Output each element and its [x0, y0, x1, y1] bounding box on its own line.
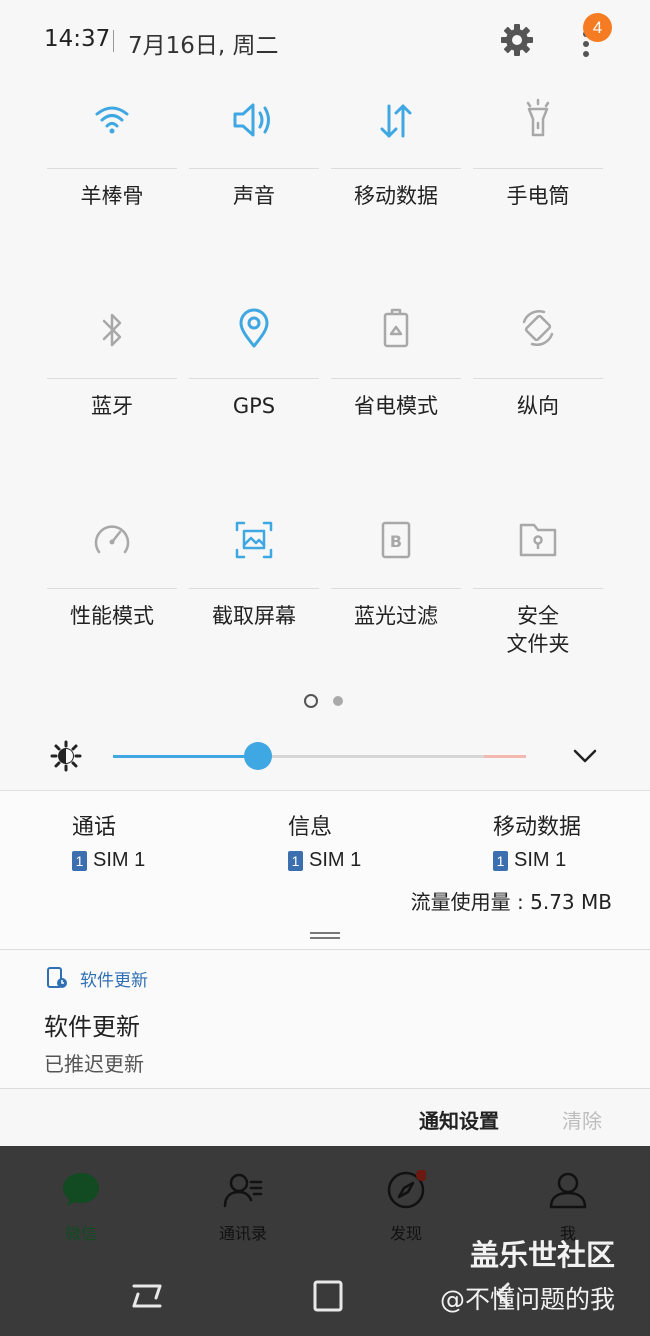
- contacts-icon: [223, 1173, 263, 1208]
- tile-divider: [189, 168, 319, 169]
- sim-call-title: 通话: [72, 815, 117, 840]
- notification-title: 软件更新: [44, 1013, 140, 1041]
- tab-label: 发现: [389, 1224, 422, 1243]
- date: 7月16日, 周二: [128, 33, 279, 59]
- drag-handle[interactable]: [310, 932, 340, 939]
- notification-settings-button[interactable]: 通知设置: [419, 1105, 499, 1134]
- wifi-icon: [95, 106, 129, 134]
- recents-nav-icon[interactable]: [130, 1280, 164, 1312]
- brightness-warning-zone: [484, 755, 526, 758]
- brightness-slider[interactable]: [113, 755, 526, 758]
- home-nav-icon[interactable]: [311, 1280, 345, 1312]
- sim-number-icon: 1: [493, 850, 508, 871]
- clock: 14:37: [44, 26, 111, 52]
- brightness-slider-thumb[interactable]: [243, 742, 272, 770]
- tile-label: 移动数据: [354, 184, 438, 208]
- notification-app-name: 软件更新: [80, 971, 148, 991]
- tile-label: 安全 文件夹: [506, 604, 570, 656]
- chevron-down-icon[interactable]: [572, 746, 598, 766]
- watermark-title: 盖乐世社区: [470, 1238, 616, 1272]
- tile-divider: [47, 168, 177, 169]
- tile-divider: [47, 378, 177, 379]
- performance-icon: [94, 525, 130, 554]
- status-bar: 14:37 7月16日, 周二 4: [0, 0, 650, 82]
- tab-label: 微信: [64, 1224, 97, 1243]
- watermark-user: @不懂问题的我: [440, 1285, 616, 1314]
- svg-text:B: B: [390, 532, 402, 551]
- sim-mobile-data-title: 移动数据: [493, 815, 582, 840]
- tile-label: 纵向: [517, 394, 559, 418]
- tile-divider: [473, 588, 603, 589]
- data-usage: 流量使用量 : 5.73 MB: [410, 890, 612, 914]
- sim-number-icon: 1: [288, 850, 303, 871]
- tile-label: 蓝光过滤: [354, 604, 438, 628]
- brightness-icon: [50, 740, 82, 772]
- tile-label: 声音: [233, 184, 275, 208]
- tile-label: 截取屏幕: [212, 604, 296, 628]
- sim-call-value: SIM 1: [93, 849, 146, 871]
- tile-label: 省电模式: [354, 394, 438, 418]
- tile-divider: [331, 378, 461, 379]
- page-indicator-current[interactable]: [304, 694, 318, 708]
- tile-divider: [189, 588, 319, 589]
- tile-label: 蓝牙: [91, 394, 133, 418]
- sound-icon: [233, 103, 270, 137]
- blue-light-filter-icon: B: [381, 521, 411, 559]
- battery-saver-icon: [383, 308, 409, 348]
- tab-wechat[interactable]: 微信: [31, 1166, 131, 1244]
- tab-label: 通讯录: [218, 1224, 267, 1243]
- tile-divider: [331, 168, 461, 169]
- tile-divider: [189, 378, 319, 379]
- software-update-icon: [47, 967, 67, 988]
- notification-actions: 通知设置 清除: [0, 1090, 650, 1146]
- divider: [113, 30, 114, 52]
- sim-message-value: SIM 1: [309, 849, 362, 871]
- notification-card[interactable]: 软件更新 软件更新 已推迟更新: [0, 951, 650, 1089]
- tab-contacts[interactable]: 通讯录: [193, 1166, 293, 1244]
- gear-icon[interactable]: [499, 22, 535, 58]
- chat-icon: [63, 1173, 99, 1206]
- tile-divider: [473, 168, 603, 169]
- tile-label: 手电筒: [506, 184, 570, 208]
- secure-folder-icon: [519, 523, 557, 557]
- location-icon: [239, 308, 269, 348]
- tile-label: 性能模式: [70, 604, 154, 628]
- tab-discover[interactable]: 发现: [356, 1166, 456, 1244]
- screenshot-icon: [235, 521, 273, 559]
- sim-message-title: 信息: [288, 815, 333, 840]
- notification-badge: 4: [583, 13, 612, 42]
- compass-icon: [387, 1169, 428, 1209]
- tile-label: 羊棒骨: [80, 184, 144, 208]
- tile-divider: [47, 588, 177, 589]
- tile-divider: [473, 378, 603, 379]
- profile-icon: [549, 1172, 587, 1209]
- tile-label: GPS: [232, 394, 276, 418]
- mobile-data-icon: [380, 104, 412, 138]
- sim-mobile-data-value: SIM 1: [514, 849, 567, 871]
- sim-message[interactable]: 信息 1 SIM 1: [288, 809, 361, 872]
- sim-call[interactable]: 通话 1 SIM 1: [72, 809, 145, 872]
- bluetooth-icon: [102, 313, 122, 347]
- clear-button[interactable]: 清除: [562, 1105, 602, 1134]
- sim-panel: 通话 1 SIM 1 信息 1 SIM 1 移动数据 1 SIM 1 流量使用量 : …: [0, 790, 650, 950]
- page-indicator-next[interactable]: [333, 696, 343, 706]
- sim-number-icon: 1: [72, 850, 87, 871]
- rotate-icon: [522, 310, 554, 346]
- flashlight-icon: [526, 98, 550, 137]
- sim-mobile-data[interactable]: 移动数据 1 SIM 1: [493, 809, 581, 872]
- brightness-slider-fill: [113, 755, 258, 758]
- notification-subtitle: 已推迟更新: [44, 1052, 144, 1076]
- tile-divider: [331, 588, 461, 589]
